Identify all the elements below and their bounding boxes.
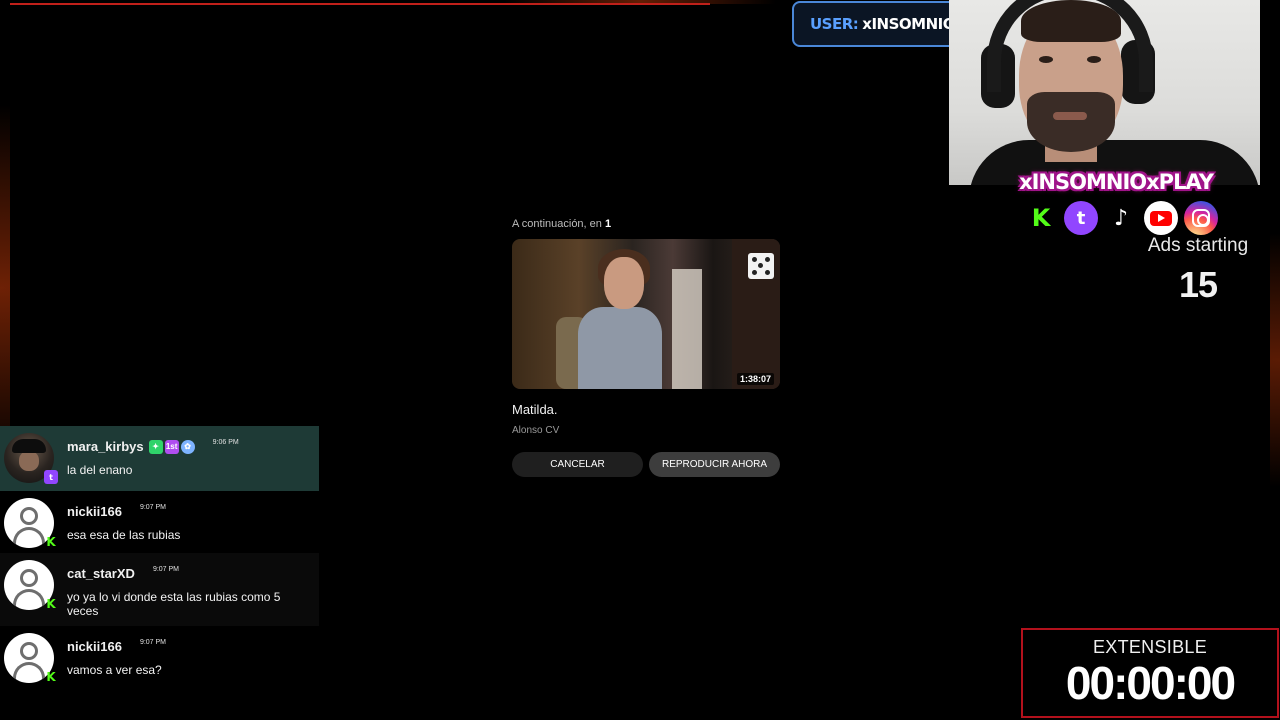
thumbnail-dice [748, 253, 774, 279]
chat-message: K cat_starXD 9:07 PM yo ya lo vi donde e… [0, 553, 319, 626]
thumbnail-figure-body [578, 307, 662, 389]
chat-username: nickii166 [67, 639, 122, 654]
chat-message: K nickii166 9:07 PM esa esa de las rubia… [0, 491, 319, 553]
timer-label: EXTENSIBLE [1092, 637, 1208, 657]
webcam-beard [1027, 92, 1115, 152]
up-next-prefix: A continuación, en [512, 218, 602, 230]
chat-message: t mara_kirbys ✦ 1st ✿ 9:06 PM la del ena… [0, 426, 319, 491]
chat-text: vamos a ver esa? [67, 663, 162, 677]
channel-brand: xINSOMNIOxPLAY [1019, 170, 1214, 194]
ads-starting-label: Ads starting [1147, 235, 1249, 256]
kick-icon: K [1031, 204, 1051, 232]
webcam-feed [949, 0, 1260, 185]
badge-icon: 1st [164, 439, 179, 454]
twitch-icon: t [1064, 201, 1098, 235]
video-channel[interactable]: Alonso CV [512, 425, 780, 436]
chat-username: mara_kirbys [67, 439, 144, 454]
chat-text: yo ya lo vi donde esta las rubias como 5… [67, 590, 281, 618]
up-next-countdown: 1 [604, 218, 612, 230]
play-now-button[interactable]: REPRODUCIR AHORA [649, 452, 780, 477]
up-next-actions: CANCELAR REPRODUCIR AHORA [512, 452, 780, 477]
chat-text: la del enano [67, 463, 133, 477]
chat-username: cat_starXD [67, 566, 135, 581]
chat-text: esa esa de las rubias [67, 528, 181, 542]
chat-timestamp: 9:07 PM [152, 566, 180, 573]
extensible-timer: EXTENSIBLE 00:00:00 [1021, 628, 1279, 718]
kick-icon: K [46, 597, 56, 611]
headphone-band-icon [987, 0, 1153, 92]
kick-icon: K [46, 535, 56, 549]
video-progress-bar[interactable] [10, 3, 710, 5]
social-icons: K t ♪ [1024, 201, 1218, 235]
chat-timestamp: 9:07 PM [139, 504, 167, 511]
kick-icon: K [46, 670, 56, 684]
timer-value: 00:00:00 [1065, 657, 1236, 709]
chat-username: nickii166 [67, 504, 122, 519]
chat-badges: ✦ 1st ✿ [148, 439, 195, 454]
tiktok-icon: ♪ [1113, 205, 1129, 231]
instagram-icon [1184, 201, 1218, 235]
chat-message: K nickii166 9:07 PM vamos a ver esa? [0, 626, 319, 688]
chat-timestamp: 9:06 PM [212, 439, 239, 446]
badge-icon: ✿ [180, 439, 195, 454]
up-next-heading: A continuación, en 1 [512, 218, 780, 230]
chat-timestamp: 9:07 PM [139, 639, 167, 646]
video-title[interactable]: Matilda. [512, 402, 780, 417]
user-badge: USER: xINSOMNIOx [792, 1, 965, 47]
ads-countdown: 15 [1178, 264, 1218, 305]
twitch-icon: t [44, 470, 58, 484]
thumbnail-door [672, 269, 702, 389]
video-duration: 1:38:07 [736, 373, 774, 385]
youtube-icon [1144, 201, 1178, 235]
video-thumbnail[interactable]: 1:38:07 [512, 239, 780, 389]
webcam-mouth [1053, 112, 1087, 120]
cancel-button[interactable]: CANCELAR [512, 452, 643, 477]
user-label: USER: [810, 15, 859, 33]
thumbnail-figure-face [604, 257, 644, 309]
badge-icon: ✦ [148, 439, 163, 454]
chat-overlay: t mara_kirbys ✦ 1st ✿ 9:06 PM la del ena… [0, 426, 319, 688]
up-next-card: A continuación, en 1 1:38:07 Matilda. Al… [512, 218, 780, 477]
